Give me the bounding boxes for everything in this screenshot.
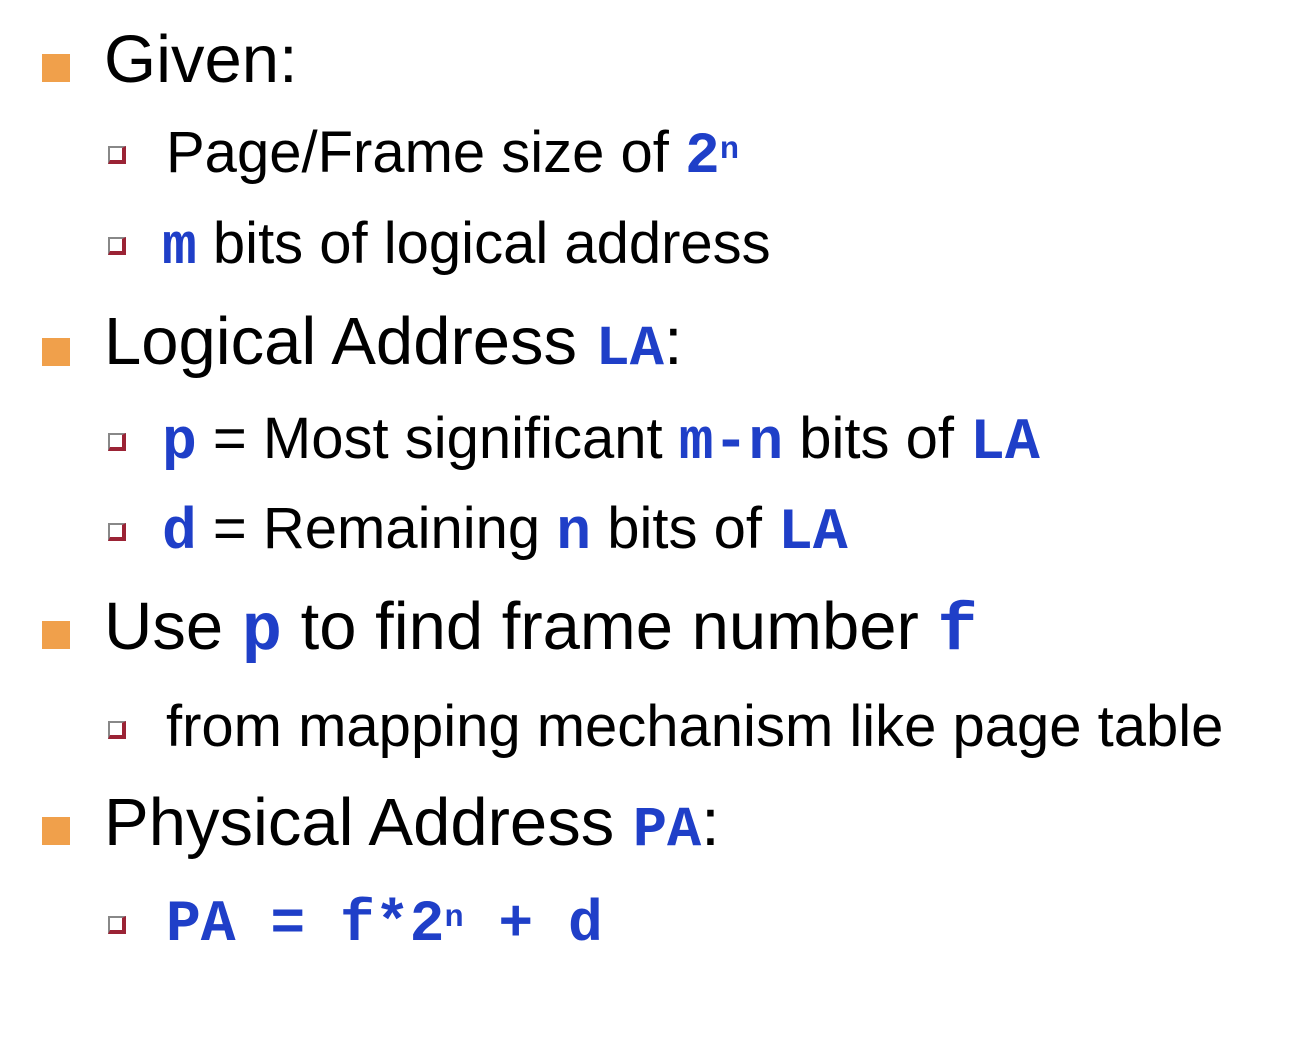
- sub-bullet-d: [108, 523, 126, 541]
- logical-address-heading: Logical Address LA:: [104, 304, 683, 382]
- mapping-line: from mapping mechanism like page table: [166, 694, 1224, 759]
- sub-bullet-p: [108, 433, 126, 451]
- page-size-line: Page/Frame size of 2n: [166, 120, 739, 190]
- slide: { "given": { "label": "Given:", "page_si…: [0, 0, 1292, 1062]
- physical-address-heading: Physical Address PA:: [104, 785, 720, 863]
- page-size-value: 2n: [685, 125, 739, 190]
- m-bits-line: m bits of logical address: [162, 211, 771, 281]
- physical-address-formula: PA = f*2n + d: [166, 893, 603, 958]
- p-definition-line: p = Most significant m-n bits of LA: [162, 406, 1040, 476]
- bullet-physical: [42, 817, 70, 845]
- sub-bullet-mapping: [108, 721, 126, 739]
- bullet-logical: [42, 338, 70, 366]
- bullet-given: [42, 54, 70, 82]
- frame-number-heading: Use p to find frame number f: [104, 589, 978, 670]
- bullet-frame: [42, 621, 70, 649]
- sub-bullet-page-size: [108, 146, 126, 164]
- sub-bullet-formula: [108, 916, 126, 934]
- sub-bullet-m-bits: [108, 237, 126, 255]
- given-heading: Given:: [104, 22, 298, 97]
- d-definition-line: d = Remaining n bits of LA: [162, 496, 848, 566]
